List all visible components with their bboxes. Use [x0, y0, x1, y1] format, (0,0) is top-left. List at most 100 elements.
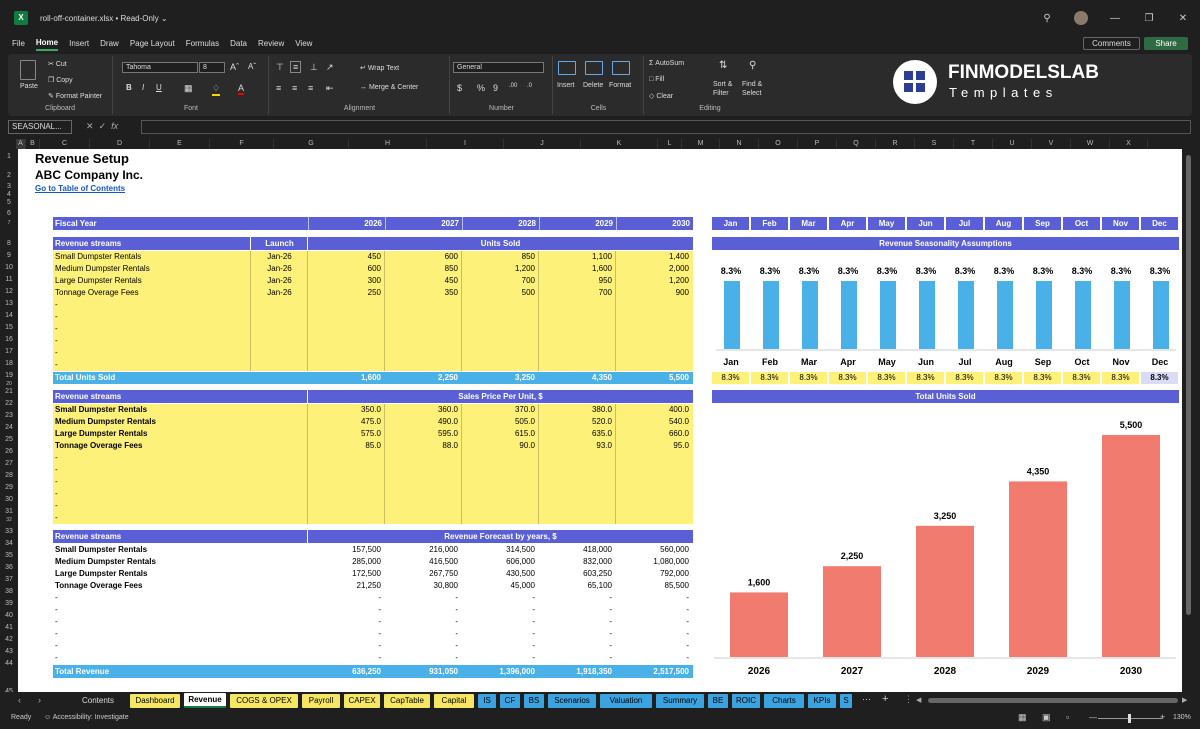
worksheet[interactable]: Revenue Setup ABC Company Inc. Go to Tab…: [18, 149, 1182, 692]
value-cell[interactable]: 95.0: [616, 440, 689, 452]
row-header[interactable]: 9: [0, 250, 18, 262]
column-header[interactable]: P: [798, 139, 837, 149]
increase-font-icon[interactable]: Aˆ: [230, 62, 239, 72]
vertical-scrollbar[interactable]: [1184, 149, 1194, 692]
tab-cogs-opex[interactable]: COGS & OPEX: [230, 694, 298, 708]
align-top-icon[interactable]: ⊤: [276, 62, 284, 73]
seasonality-input[interactable]: 8.3%: [907, 372, 945, 384]
column-header[interactable]: Q: [837, 139, 876, 149]
scrollbar-thumb[interactable]: [1186, 155, 1191, 615]
column-header[interactable]: W: [1071, 139, 1110, 149]
seasonality-input[interactable]: 8.3%: [1063, 372, 1101, 384]
value-cell[interactable]: 285,000: [308, 556, 381, 568]
row-header[interactable]: 11: [0, 274, 18, 286]
blank-cell[interactable]: -: [539, 652, 612, 664]
formula-input[interactable]: [141, 120, 1191, 134]
tab-cf[interactable]: CF: [500, 694, 520, 708]
tab-captable[interactable]: CapTable: [384, 694, 430, 708]
format-icon[interactable]: [612, 61, 630, 75]
menu-draw[interactable]: Draw: [100, 39, 119, 50]
value-cell[interactable]: 1,100: [539, 251, 612, 263]
font-size-select[interactable]: 8: [199, 62, 225, 73]
column-header[interactable]: C: [40, 139, 90, 149]
confirm-icon[interactable]: ✓: [99, 121, 107, 131]
document-title[interactable]: roll-off-container.xlsx • Read-Only ⌄: [40, 14, 168, 23]
row-header[interactable]: 28: [0, 470, 18, 482]
more-tabs-icon[interactable]: ⋯: [862, 694, 871, 705]
blank-cell[interactable]: -: [616, 652, 689, 664]
launch-date[interactable]: Jan-26: [251, 263, 308, 275]
cancel-icon[interactable]: ✕: [86, 121, 94, 131]
value-cell[interactable]: 540.0: [616, 416, 689, 428]
add-sheet-icon[interactable]: +: [882, 693, 888, 705]
value-cell[interactable]: 600: [308, 263, 381, 275]
value-cell[interactable]: 88.0: [385, 440, 458, 452]
underline-icon[interactable]: U: [156, 83, 162, 92]
sort-filter-button[interactable]: Sort & Filter: [713, 80, 741, 98]
value-cell[interactable]: 416,500: [385, 556, 458, 568]
row-header[interactable]: 8: [0, 238, 18, 250]
value-cell[interactable]: 250: [308, 287, 381, 299]
value-cell[interactable]: 450: [308, 251, 381, 263]
menu-insert[interactable]: Insert: [69, 39, 89, 50]
value-cell[interactable]: 660.0: [616, 428, 689, 440]
column-header[interactable]: H: [349, 139, 427, 149]
name-box[interactable]: SEASONAL...: [8, 120, 72, 134]
blank-cell[interactable]: -: [308, 640, 381, 652]
launch-date[interactable]: Jan-26: [251, 275, 308, 287]
tab-capex[interactable]: CAPEX: [344, 694, 380, 708]
value-cell[interactable]: 93.0: [539, 440, 612, 452]
blank-cell[interactable]: -: [616, 640, 689, 652]
column-header[interactable]: S: [915, 139, 954, 149]
zoom-slider-thumb[interactable]: [1128, 714, 1131, 723]
row-header[interactable]: 5: [0, 199, 18, 207]
value-cell[interactable]: 172,500: [308, 568, 381, 580]
row-header[interactable]: 43: [0, 646, 18, 658]
italic-icon[interactable]: I: [142, 83, 144, 92]
column-header[interactable]: O: [759, 139, 798, 149]
blank-cell[interactable]: -: [462, 640, 535, 652]
normal-view-icon[interactable]: ▦: [1018, 712, 1027, 723]
value-cell[interactable]: 350: [385, 287, 458, 299]
value-cell[interactable]: 1,600: [539, 263, 612, 275]
comments-button[interactable]: Comments: [1083, 37, 1140, 50]
row-header[interactable]: 34: [0, 538, 18, 550]
row-header[interactable]: 15: [0, 322, 18, 334]
value-cell[interactable]: 700: [462, 275, 535, 287]
find-select-button[interactable]: Find & Select: [742, 80, 772, 98]
value-cell[interactable]: 603,250: [539, 568, 612, 580]
value-cell[interactable]: 792,000: [616, 568, 689, 580]
delete-button[interactable]: Delete: [583, 82, 603, 89]
tab-valuation[interactable]: Valuation: [600, 694, 652, 708]
blank-cell[interactable]: -: [616, 592, 689, 604]
value-cell[interactable]: 90.0: [462, 440, 535, 452]
value-cell[interactable]: 1,400: [616, 251, 689, 263]
menu-data[interactable]: Data: [230, 39, 247, 50]
orientation-icon[interactable]: ↗: [326, 62, 334, 73]
column-header[interactable]: L: [658, 139, 682, 149]
align-right-icon[interactable]: ≡: [308, 83, 313, 93]
tab-s[interactable]: S: [840, 694, 852, 708]
tab-bs[interactable]: BS: [524, 694, 544, 708]
paste-icon[interactable]: [20, 60, 36, 80]
insert-button[interactable]: Insert: [557, 82, 575, 89]
value-cell[interactable]: 300: [308, 275, 381, 287]
column-header[interactable]: B: [26, 139, 40, 149]
row-header[interactable]: 21: [0, 386, 18, 398]
blank-cell[interactable]: -: [539, 604, 612, 616]
value-cell[interactable]: 2,000: [616, 263, 689, 275]
value-cell[interactable]: 21,250: [308, 580, 381, 592]
tab-kpis[interactable]: KPIs: [808, 694, 836, 708]
blank-cell[interactable]: -: [385, 652, 458, 664]
seasonality-input[interactable]: 8.3%: [1141, 372, 1179, 384]
menu-home[interactable]: Home: [35, 38, 59, 51]
row-header[interactable]: 10: [0, 262, 18, 274]
row-header[interactable]: 16: [0, 334, 18, 346]
value-cell[interactable]: 1,080,000: [616, 556, 689, 568]
page-break-view-icon[interactable]: ▫: [1066, 712, 1069, 722]
minimize-icon[interactable]: —: [1098, 13, 1132, 24]
zoom-out-icon[interactable]: —: [1089, 713, 1097, 722]
value-cell[interactable]: 350.0: [308, 404, 381, 416]
tab-capital[interactable]: Capital: [434, 694, 474, 708]
blank-cell[interactable]: -: [385, 640, 458, 652]
